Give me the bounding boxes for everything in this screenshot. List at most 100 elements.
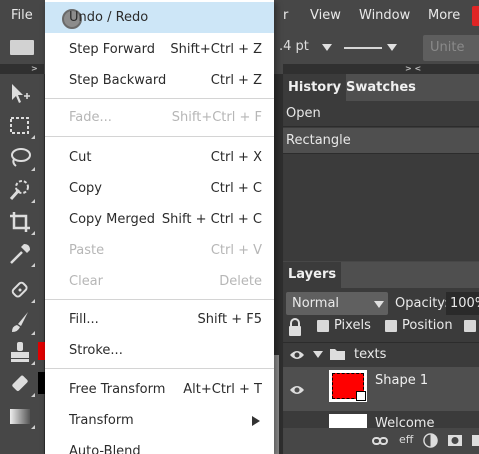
lock-icon [289,318,301,336]
layer-name: Shape 1 [375,373,429,388]
menu-view[interactable]: View [310,0,341,32]
rectangle-tool-icon[interactable] [10,40,34,55]
menu-item-label: Fade... [69,110,112,125]
menu-item-transform[interactable]: Transform [45,405,274,436]
adjustment-layer-icon[interactable] [423,433,438,448]
opacity-label: Opacity: [395,296,449,311]
menu-item-shortcut: Delete [219,274,262,289]
tab-layers[interactable]: Layers [283,262,342,288]
menu-item-label: Stroke... [69,343,123,358]
stroke-style-sample[interactable] [344,47,382,49]
menu-item-shortcut: Shift+Ctrl + Z [170,42,262,57]
quick-selection-tool-icon[interactable] [8,178,35,203]
eraser-tool-icon[interactable] [8,372,35,397]
menu-item-step-forward[interactable]: Step Forward Shift+Ctrl + Z [45,34,274,65]
menu-item-clear[interactable]: Clear Delete [45,266,274,297]
gradient-tool-icon[interactable] [8,404,35,429]
lock-pixels-label: Pixels [334,318,371,333]
panel-scrollbar[interactable] [274,355,279,454]
marquee-tool-icon[interactable] [8,114,35,139]
vector-mask-icon [356,391,366,401]
menu-item-auto-blend[interactable]: Auto-Blend [45,436,274,454]
history-panel-tabs: History Swatches [283,74,479,101]
menu-item-label: Step Backward [69,73,167,88]
visibility-eye-icon[interactable] [289,383,305,397]
tools-panel [0,74,44,454]
layers-panel-tabs: Layers [283,262,479,288]
clone-stamp-tool-icon[interactable] [8,340,35,365]
history-entry[interactable]: Open [283,101,479,127]
menu-item-paste[interactable]: Paste Ctrl + V [45,235,274,266]
brush-tool-icon[interactable] [8,310,35,335]
eyedropper-tool-icon[interactable] [8,242,35,267]
menu-item-fill[interactable]: Fill... Shift + F5 [45,304,274,335]
link-layers-icon[interactable] [372,436,388,446]
layer-row-selected[interactable]: Shape 1 [283,367,479,411]
blend-mode-select[interactable]: Normal [286,292,388,315]
menu-item-shortcut: Alt+Ctrl + T [183,382,262,397]
menu-item-label: Step Forward [69,42,156,57]
menu-item-label: Paste [69,243,105,258]
stroke-width-value[interactable]: .4 pt [279,39,309,54]
chevron-down-icon [374,301,384,308]
menu-item-label: Auto-Blend [69,444,141,454]
new-folder-icon[interactable] [471,434,479,447]
edit-dropdown-menu: Undo / Redo Step Forward Shift+Ctrl + Z … [45,0,274,454]
menu-more[interactable]: More [428,0,460,32]
menu-separator [45,136,274,137]
stroke-style-dropdown-icon[interactable] [387,44,397,51]
lock-pixels-checkbox[interactable] [317,320,329,332]
tab-swatches[interactable]: Swatches [341,74,421,101]
menu-item-shortcut: Shift + Ctrl + C [161,212,262,227]
healing-brush-tool-icon[interactable] [8,278,35,303]
move-tool-icon[interactable] [8,82,32,106]
menu-item-stroke[interactable]: Stroke... [45,335,274,366]
group-expand-icon[interactable] [313,351,323,358]
account-button[interactable] [472,6,479,26]
history-entry[interactable]: Rectangle [283,128,479,154]
menu-item-fade[interactable]: Fade... Shift+Ctrl + F [45,102,274,133]
combine-mode-select[interactable]: Unite [423,35,479,61]
menu-item-shortcut: Ctrl + C [210,181,262,196]
toolbar-collapse-strip[interactable]: > < [0,64,44,83]
lasso-tool-icon[interactable] [8,146,35,171]
stroke-width-dropdown-icon[interactable] [322,44,332,51]
layer-group-row[interactable]: texts [283,342,479,367]
layers-footer: eff [283,428,479,454]
panels-collapse-strip[interactable]: > < [283,64,479,74]
menu-window[interactable]: Window [359,0,410,32]
crop-tool-icon[interactable] [8,210,35,235]
menu-item-step-backward[interactable]: Step Backward Ctrl + Z [45,65,274,96]
menu-partial[interactable]: r [283,0,288,32]
menu-item-label: Cut [69,150,92,165]
visibility-eye-icon[interactable] [289,348,305,362]
menu-item-undo-redo[interactable]: Undo / Redo [45,2,274,33]
menu-item-shortcut: Shift + F5 [197,312,262,327]
menu-item-copy-merged[interactable]: Copy Merged Shift + Ctrl + C [45,204,274,235]
lock-all-checkbox[interactable] [464,320,476,332]
layer-effects-button[interactable]: eff [399,433,413,446]
menu-item-copy[interactable]: Copy Ctrl + C [45,173,274,204]
menu-item-label: Fill... [69,312,99,327]
lock-position-checkbox[interactable] [385,320,397,332]
lock-position-label: Position [402,318,453,333]
menu-item-cut[interactable]: Cut Ctrl + X [45,142,274,173]
menu-item-label: Free Transform [69,382,166,397]
layer-mask-icon[interactable] [447,434,463,447]
menu-file[interactable]: File [11,0,33,32]
menu-item-shortcut: Shift+Ctrl + F [171,110,262,125]
menu-item-free-transform[interactable]: Free Transform Alt+Ctrl + T [45,374,274,405]
shape-thumbnail-fill [332,373,366,401]
menu-item-shortcut: Ctrl + Z [210,73,262,88]
lock-row: Pixels Position [286,317,479,337]
menu-separator [45,299,274,300]
menu-item-label: Transform [69,413,134,428]
opacity-input[interactable]: 100% [446,292,479,315]
tab-history[interactable]: History [283,74,347,101]
menu-item-label: Copy [69,181,102,196]
layer-thumbnail [329,370,367,402]
group-name: texts [354,347,387,362]
blend-mode-value: Normal [292,296,340,311]
app-window: File r View Window More .4 pt Unite > < … [0,0,479,454]
menu-item-label: Undo / Redo [69,10,149,25]
